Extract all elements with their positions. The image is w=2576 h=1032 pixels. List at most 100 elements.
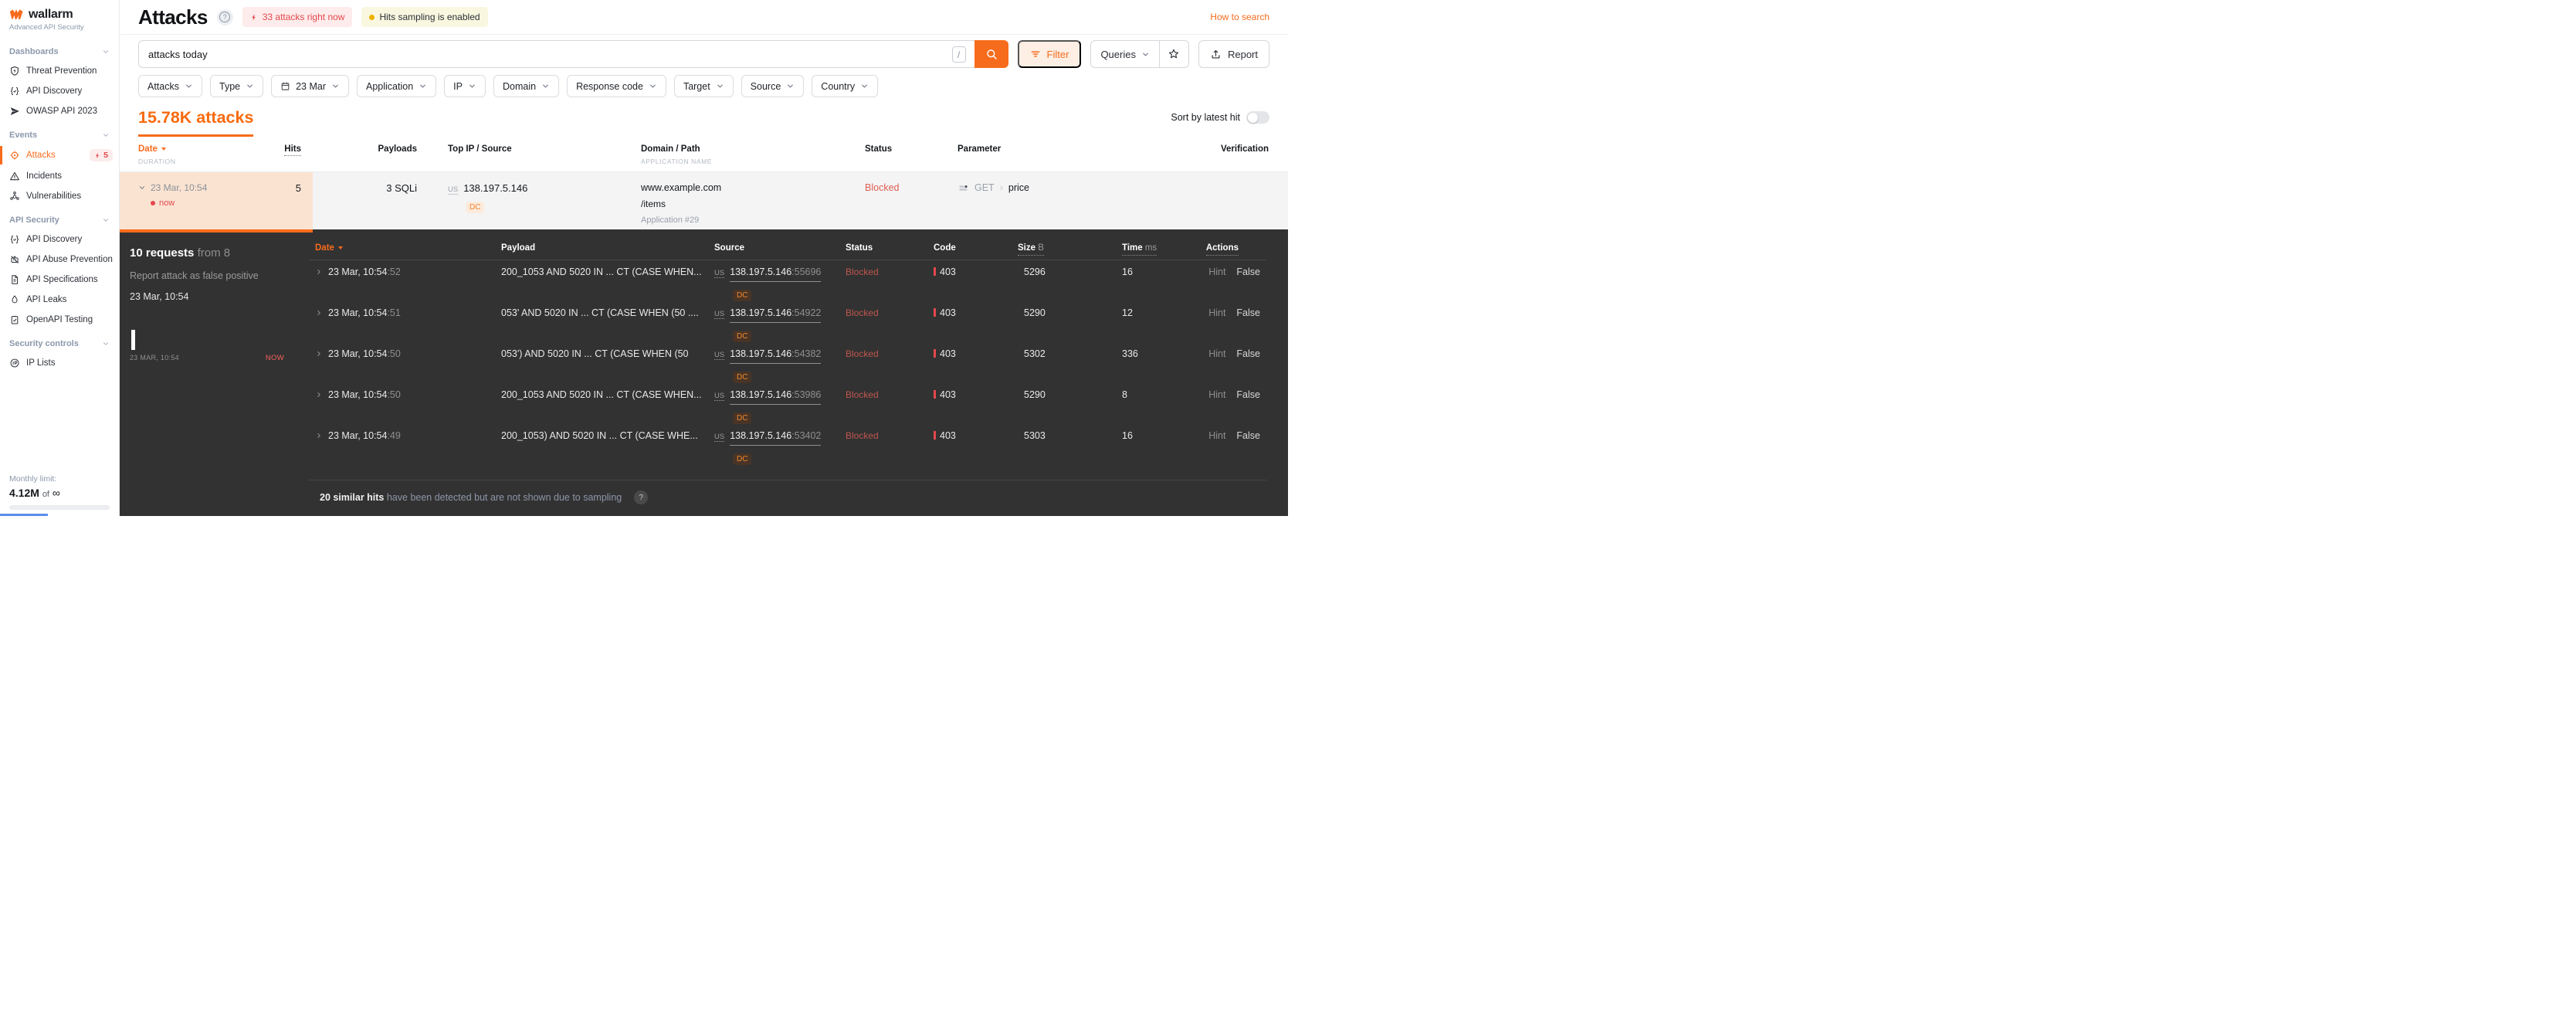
request-row[interactable]: 23 Mar, 10:54:49 200_1053) AND 5020 IN ..… bbox=[309, 424, 1288, 465]
hint-action[interactable]: Hint bbox=[1208, 266, 1225, 277]
request-ip[interactable]: 138.197.5.146:54922 bbox=[730, 307, 822, 323]
column-req-payload: Payload bbox=[501, 243, 536, 253]
requests-table-header: Date Payload Source Status Code Size B T… bbox=[309, 243, 1266, 260]
hint-action[interactable]: Hint bbox=[1208, 348, 1225, 359]
sidebar-item-incidents[interactable]: Incidents bbox=[0, 166, 119, 186]
page-help-icon[interactable]: ? bbox=[216, 8, 233, 25]
filter-chip-response-code[interactable]: Response code bbox=[567, 75, 666, 97]
filter-chip-type[interactable]: Type bbox=[210, 75, 264, 97]
sidebar-section-header-dashboards[interactable]: Dashboards bbox=[0, 42, 119, 61]
favorite-query-button[interactable] bbox=[1158, 41, 1188, 67]
hint-action[interactable]: Hint bbox=[1208, 389, 1225, 400]
false-action[interactable]: False bbox=[1236, 266, 1260, 277]
country-code[interactable]: US bbox=[448, 185, 459, 195]
calendar-icon bbox=[280, 81, 290, 91]
attack-hits: 5 bbox=[295, 182, 301, 194]
filter-chip-target[interactable]: Target bbox=[673, 75, 734, 97]
sidebar-item-openapi-testing[interactable]: OpenAPI Testing bbox=[0, 310, 119, 330]
false-action[interactable]: False bbox=[1236, 389, 1260, 400]
warning-triangle-icon bbox=[9, 171, 20, 182]
details-info-block: 10 requests from 8 Report attack as fals… bbox=[120, 229, 309, 516]
sort-toggle[interactable] bbox=[1246, 111, 1269, 124]
ip-circle-icon bbox=[9, 358, 20, 368]
column-parameter: Parameter bbox=[958, 144, 1002, 154]
datacenter-tag[interactable]: DC bbox=[733, 412, 752, 424]
request-payload: 053' AND 5020 IN ... CT (CASE WHEN (50 .… bbox=[501, 307, 699, 318]
sidebar-item-ip-lists[interactable]: IP Lists bbox=[0, 353, 119, 373]
filter-chip-application[interactable]: Application bbox=[357, 75, 437, 97]
sidebar-item-api-discovery[interactable]: API Discovery bbox=[0, 81, 119, 101]
attack-payloads[interactable]: 3 SQLi bbox=[313, 182, 429, 194]
datacenter-tag[interactable]: DC bbox=[733, 331, 752, 342]
attack-row-selected[interactable]: 23 Mar, 10:54 now 5 3 SQLi US 138.197.5.… bbox=[120, 172, 1288, 233]
sidebar-item-attacks[interactable]: Attacks 5 bbox=[0, 144, 119, 166]
filter-chip-country[interactable]: Country bbox=[812, 75, 879, 97]
filter-chip-23-mar[interactable]: 23 Mar bbox=[271, 75, 350, 97]
report-false-positive-link[interactable]: Report attack as false positive bbox=[130, 270, 309, 281]
attacks-live-badge: 5 bbox=[90, 149, 113, 161]
datacenter-tag[interactable]: DC bbox=[733, 453, 752, 465]
hint-action[interactable]: Hint bbox=[1208, 307, 1225, 318]
request-time: 16 bbox=[1122, 266, 1133, 277]
filter-button[interactable]: Filter bbox=[1017, 40, 1082, 68]
false-action[interactable]: False bbox=[1236, 307, 1260, 318]
request-date: 23 Mar, 10:54:52 bbox=[328, 266, 401, 277]
column-req-actions[interactable]: Actions bbox=[1205, 243, 1239, 256]
request-country[interactable]: US bbox=[714, 269, 725, 278]
request-row[interactable]: 23 Mar, 10:54:52 200_1053 AND 5020 IN ...… bbox=[309, 260, 1288, 301]
sidebar-item-threat-prevention[interactable]: Threat Prevention bbox=[0, 61, 119, 81]
chevron-down-icon bbox=[246, 82, 254, 90]
how-to-search-link[interactable]: How to search bbox=[1210, 12, 1269, 22]
collapse-chevron-icon[interactable] bbox=[138, 184, 146, 192]
request-row[interactable]: 23 Mar, 10:54:50 053') AND 5020 IN ... CT… bbox=[309, 342, 1288, 383]
sidebar-item-api-discovery[interactable]: API Discovery bbox=[0, 229, 119, 250]
sidebar-item-api-abuse-prevention[interactable]: API Abuse Prevention bbox=[0, 250, 119, 270]
braces-check-icon bbox=[9, 86, 20, 97]
attacks-right-now-badge[interactable]: 33 attacks right now bbox=[242, 7, 353, 27]
column-req-time[interactable]: Time ms bbox=[1122, 243, 1158, 256]
false-action[interactable]: False bbox=[1236, 348, 1260, 359]
sidebar-item-owasp-api-2023[interactable]: OWASP API 2023 bbox=[0, 101, 119, 121]
false-action[interactable]: False bbox=[1236, 430, 1260, 441]
attack-ip[interactable]: 138.197.5.146 bbox=[463, 182, 527, 194]
sidebar-item-vulnerabilities[interactable]: Vulnerabilities bbox=[0, 186, 119, 206]
column-req-size[interactable]: Size B bbox=[1018, 243, 1044, 256]
request-row[interactable]: 23 Mar, 10:54:50 200_1053 AND 5020 IN ...… bbox=[309, 383, 1288, 424]
request-ip[interactable]: 138.197.5.146:54382 bbox=[730, 348, 822, 364]
filter-chip-source[interactable]: Source bbox=[741, 75, 805, 97]
request-country[interactable]: US bbox=[714, 351, 725, 360]
sidebar-section-header-events[interactable]: Events bbox=[0, 126, 119, 144]
request-ip[interactable]: 138.197.5.146:55696 bbox=[730, 266, 822, 282]
filter-chip-attacks[interactable]: Attacks bbox=[138, 75, 202, 97]
bot-icon bbox=[9, 254, 20, 265]
request-country[interactable]: US bbox=[714, 433, 725, 442]
search-input[interactable] bbox=[139, 41, 1008, 67]
filter-chip-ip[interactable]: IP bbox=[444, 75, 486, 97]
search-button[interactable] bbox=[974, 40, 1008, 68]
request-ip[interactable]: 138.197.5.146:53402 bbox=[730, 430, 822, 446]
datacenter-tag[interactable]: DC bbox=[733, 290, 752, 301]
sampling-help-icon[interactable]: ? bbox=[634, 491, 649, 504]
column-hits[interactable]: Hits bbox=[284, 144, 301, 156]
sidebar-section-header-api-security[interactable]: API Security bbox=[0, 211, 119, 229]
request-country[interactable]: US bbox=[714, 392, 725, 401]
datacenter-tag[interactable]: DC bbox=[733, 372, 752, 383]
queries-dropdown[interactable]: Queries bbox=[1091, 41, 1159, 67]
sidebar-item-api-leaks[interactable]: API Leaks bbox=[0, 290, 119, 310]
chevron-down-icon bbox=[185, 82, 193, 90]
chevron-right-icon bbox=[315, 268, 323, 276]
request-code: 403 bbox=[923, 348, 1007, 359]
hint-action[interactable]: Hint bbox=[1208, 430, 1225, 441]
filter-chip-domain[interactable]: Domain bbox=[493, 75, 560, 97]
report-button[interactable]: Report bbox=[1198, 40, 1269, 68]
sidebar-section-header-security-controls[interactable]: Security controls bbox=[0, 334, 119, 353]
sidebar-item-api-specifications[interactable]: API Specifications bbox=[0, 270, 119, 290]
request-payload: 200_1053) AND 5020 IN ... CT (CASE WHE..… bbox=[501, 430, 698, 441]
column-req-date[interactable]: Date bbox=[315, 243, 343, 253]
request-ip[interactable]: 138.197.5.146:53986 bbox=[730, 389, 822, 405]
request-country[interactable]: US bbox=[714, 310, 725, 319]
column-date[interactable]: Date bbox=[138, 144, 166, 154]
datacenter-tag[interactable]: DC bbox=[466, 202, 485, 213]
request-row[interactable]: 23 Mar, 10:54:51 053' AND 5020 IN ... CT … bbox=[309, 301, 1288, 342]
method-separator: › bbox=[999, 182, 1003, 193]
